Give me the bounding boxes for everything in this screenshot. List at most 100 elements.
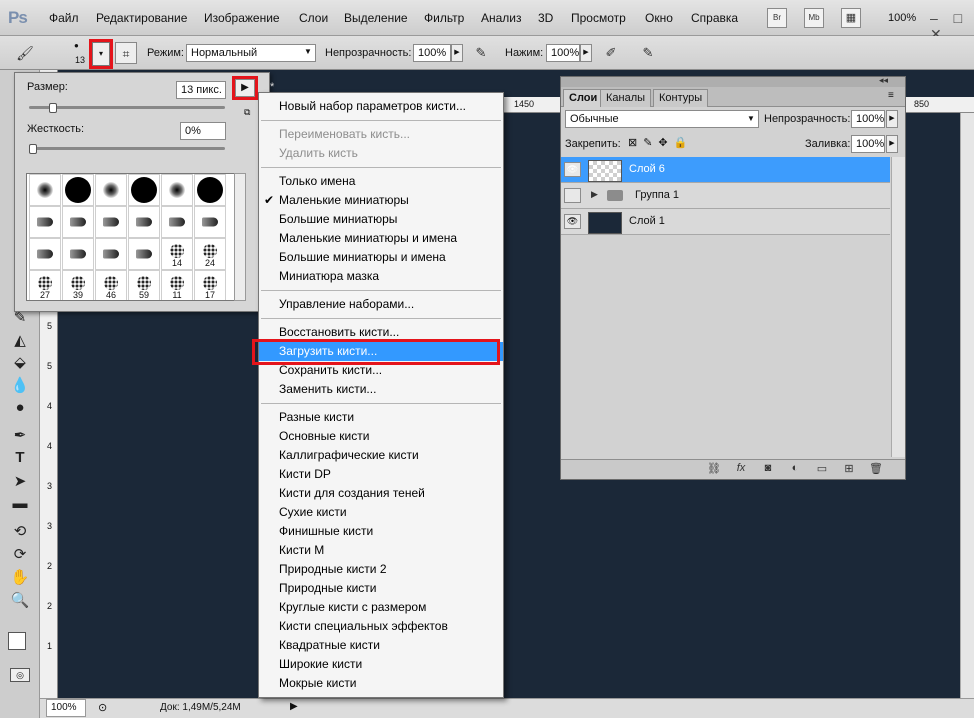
- brush-preset[interactable]: [29, 238, 61, 270]
- layer-row[interactable]: 👁 Слой 6: [561, 157, 890, 183]
- status-icon[interactable]: ⊙: [98, 701, 107, 714]
- menu-select[interactable]: Выделение: [344, 11, 408, 25]
- menu-item[interactable]: Сухие кисти: [259, 503, 503, 522]
- type-icon[interactable]: T: [9, 449, 31, 469]
- menu-item[interactable]: Мокрые кисти: [259, 674, 503, 693]
- layer-opacity-field[interactable]: 100%: [851, 110, 885, 128]
- menu-analysis[interactable]: Анализ: [481, 11, 522, 25]
- flow-stepper[interactable]: ▶: [580, 44, 592, 62]
- menu-item[interactable]: Разные кисти: [259, 408, 503, 427]
- menu-item[interactable]: Широкие кисти: [259, 655, 503, 674]
- menu-item[interactable]: Круглые кисти с размером: [259, 598, 503, 617]
- menu-window[interactable]: Окно: [645, 11, 673, 25]
- brush-preset[interactable]: [194, 174, 226, 206]
- menu-file[interactable]: Файл: [49, 11, 79, 25]
- brush-preset[interactable]: [62, 174, 94, 206]
- blur-icon[interactable]: 💧: [9, 376, 31, 396]
- brush-preset[interactable]: [95, 206, 127, 238]
- hardness-field[interactable]: 0%: [180, 122, 226, 140]
- brush-preset[interactable]: [62, 238, 94, 270]
- brush-preset[interactable]: [128, 238, 160, 270]
- menu-item[interactable]: Кисти для создания теней: [259, 484, 503, 503]
- brush-preset[interactable]: [128, 206, 160, 238]
- opacity-field[interactable]: 100%: [413, 44, 451, 62]
- brush-tool-icon[interactable]: 🖌: [14, 42, 36, 64]
- brush-preset[interactable]: 11: [161, 270, 193, 300]
- layer-row[interactable]: ▶ Группа 1: [561, 183, 890, 209]
- menu-item[interactable]: Кисти специальных эффектов: [259, 617, 503, 636]
- size-field[interactable]: 13 пикс.: [176, 81, 226, 99]
- menu-layers[interactable]: Слои: [299, 11, 328, 25]
- brush-preset[interactable]: 27: [29, 270, 61, 300]
- size-slider-thumb[interactable]: [48, 103, 57, 113]
- menu-item[interactable]: Только имена: [259, 172, 503, 191]
- menu-item[interactable]: Основные кисти: [259, 427, 503, 446]
- tab-channels[interactable]: Каналы: [600, 89, 652, 107]
- zoom-level[interactable]: 100%: [888, 12, 916, 24]
- panel-options-icon[interactable]: ≡: [888, 90, 894, 101]
- 3d-orbit-icon[interactable]: ⟳: [9, 545, 31, 565]
- quick-mask-icon[interactable]: ◎: [10, 668, 30, 682]
- blend-mode-select[interactable]: Нормальный: [186, 44, 316, 62]
- size-slider-track[interactable]: [29, 106, 225, 109]
- 3d-rotate-icon[interactable]: ⟲: [9, 522, 31, 542]
- menu-item[interactable]: Новый набор параметров кисти...: [259, 97, 503, 116]
- menu-item[interactable]: Каллиграфические кисти: [259, 446, 503, 465]
- hardness-slider-track[interactable]: [29, 147, 225, 150]
- layer-opacity-stepper[interactable]: ▶: [886, 110, 898, 128]
- layer-blend-select[interactable]: Обычные: [565, 110, 759, 128]
- opacity-stepper[interactable]: ▶: [451, 44, 463, 62]
- brush-preset[interactable]: [29, 206, 61, 238]
- pen-icon[interactable]: ✒: [9, 426, 31, 446]
- brush-preset[interactable]: [62, 206, 94, 238]
- menu-item[interactable]: Маленькие миниатюры и имена: [259, 229, 503, 248]
- brush-preset[interactable]: [128, 174, 160, 206]
- hardness-slider-thumb[interactable]: [29, 144, 37, 154]
- view-extras-icon[interactable]: ▦: [841, 8, 861, 28]
- mask-icon[interactable]: ◙: [760, 462, 776, 478]
- tab-layers[interactable]: Слои: [563, 89, 604, 107]
- menu-item[interactable]: Заменить кисти...: [259, 380, 503, 399]
- brush-preset[interactable]: 59: [128, 270, 160, 300]
- link-icon[interactable]: ⛓: [706, 462, 722, 478]
- fill-field[interactable]: 100%: [851, 135, 885, 153]
- brush-preset[interactable]: [95, 238, 127, 270]
- menu-item[interactable]: Квадратные кисти: [259, 636, 503, 655]
- menu-item[interactable]: Управление наборами...: [259, 295, 503, 314]
- adjustment-icon[interactable]: ◐: [787, 462, 803, 478]
- canvas-scrollbar[interactable]: [960, 113, 974, 698]
- paint-bucket-icon[interactable]: ⬙: [9, 353, 31, 373]
- menu-item[interactable]: Финишные кисти: [259, 522, 503, 541]
- brush-preset[interactable]: 39: [62, 270, 94, 300]
- foreground-color-swatch[interactable]: [8, 632, 26, 650]
- brush-panel-toggle-icon[interactable]: ⌗: [115, 42, 137, 64]
- pressure-opacity-icon[interactable]: ✎: [470, 42, 492, 64]
- hand-icon[interactable]: ✋: [9, 568, 31, 588]
- mini-bridge-button[interactable]: Mb: [804, 8, 824, 28]
- menu-view[interactable]: Просмотр: [571, 11, 626, 25]
- brush-preset[interactable]: [194, 206, 226, 238]
- pressure-size-icon[interactable]: ✎: [637, 42, 659, 64]
- fx-icon[interactable]: fx: [733, 462, 749, 478]
- brush-preset[interactable]: [29, 174, 61, 206]
- airbrush-icon[interactable]: ✐: [600, 42, 622, 64]
- flow-field[interactable]: 100%: [546, 44, 580, 62]
- group-folder-icon[interactable]: ▭: [814, 462, 830, 478]
- menu-item[interactable]: Кисти M: [259, 541, 503, 560]
- menu-filter[interactable]: Фильтр: [424, 11, 464, 25]
- menu-3d[interactable]: 3D: [538, 11, 553, 25]
- eye-icon[interactable]: 👁: [564, 162, 581, 177]
- zoom-icon[interactable]: 🔍: [9, 591, 31, 611]
- brush-preset[interactable]: 17: [194, 270, 226, 300]
- menu-item[interactable]: Природные кисти: [259, 579, 503, 598]
- brush-preset[interactable]: [161, 174, 193, 206]
- bridge-button[interactable]: Br: [767, 8, 787, 28]
- menu-help[interactable]: Справка: [691, 11, 738, 25]
- dodge-icon[interactable]: ●: [9, 399, 31, 419]
- menu-item[interactable]: Большие миниатюры: [259, 210, 503, 229]
- path-select-icon[interactable]: ➤: [9, 472, 31, 492]
- brush-grid-scrollbar[interactable]: [234, 173, 246, 301]
- panel-header-strip[interactable]: ◂◂: [561, 75, 905, 87]
- brush-preset[interactable]: 46: [95, 270, 127, 300]
- menu-image[interactable]: Изображение: [204, 11, 280, 25]
